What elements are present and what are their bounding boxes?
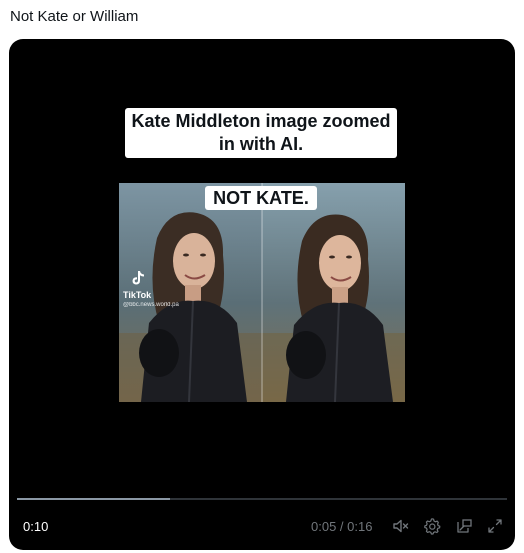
progress-played [17,498,171,500]
tiktok-brand: TikTok [123,290,152,300]
caption-top-line1: Kate Middleton image zoomed [131,111,391,131]
gear-icon[interactable] [423,517,441,535]
right-photo-panel [262,183,405,402]
post-text: Not Kate or William [10,8,139,25]
time-readout: 0:05 / 0:16 [311,519,373,534]
picture-in-picture-icon[interactable] [455,517,473,535]
video-player[interactable]: Kate Middleton image zoomed in with AI. … [9,39,515,550]
caption-not-kate: NOT KATE. [205,186,317,210]
tiktok-logo-icon [131,270,179,290]
elapsed-time: 0:10 [23,519,49,534]
expand-icon[interactable] [486,517,504,535]
caption-top: Kate Middleton image zoomed in with AI. [125,108,397,158]
panel-divider [261,183,263,402]
speaker-muted-icon[interactable] [392,517,410,535]
tiktok-handle: @bbc.news.world.pa [123,302,179,308]
progress-bar[interactable] [17,498,507,500]
tiktok-watermark: TikTok @bbc.news.world.pa [123,270,179,309]
caption-top-line2: in with AI. [218,134,304,154]
